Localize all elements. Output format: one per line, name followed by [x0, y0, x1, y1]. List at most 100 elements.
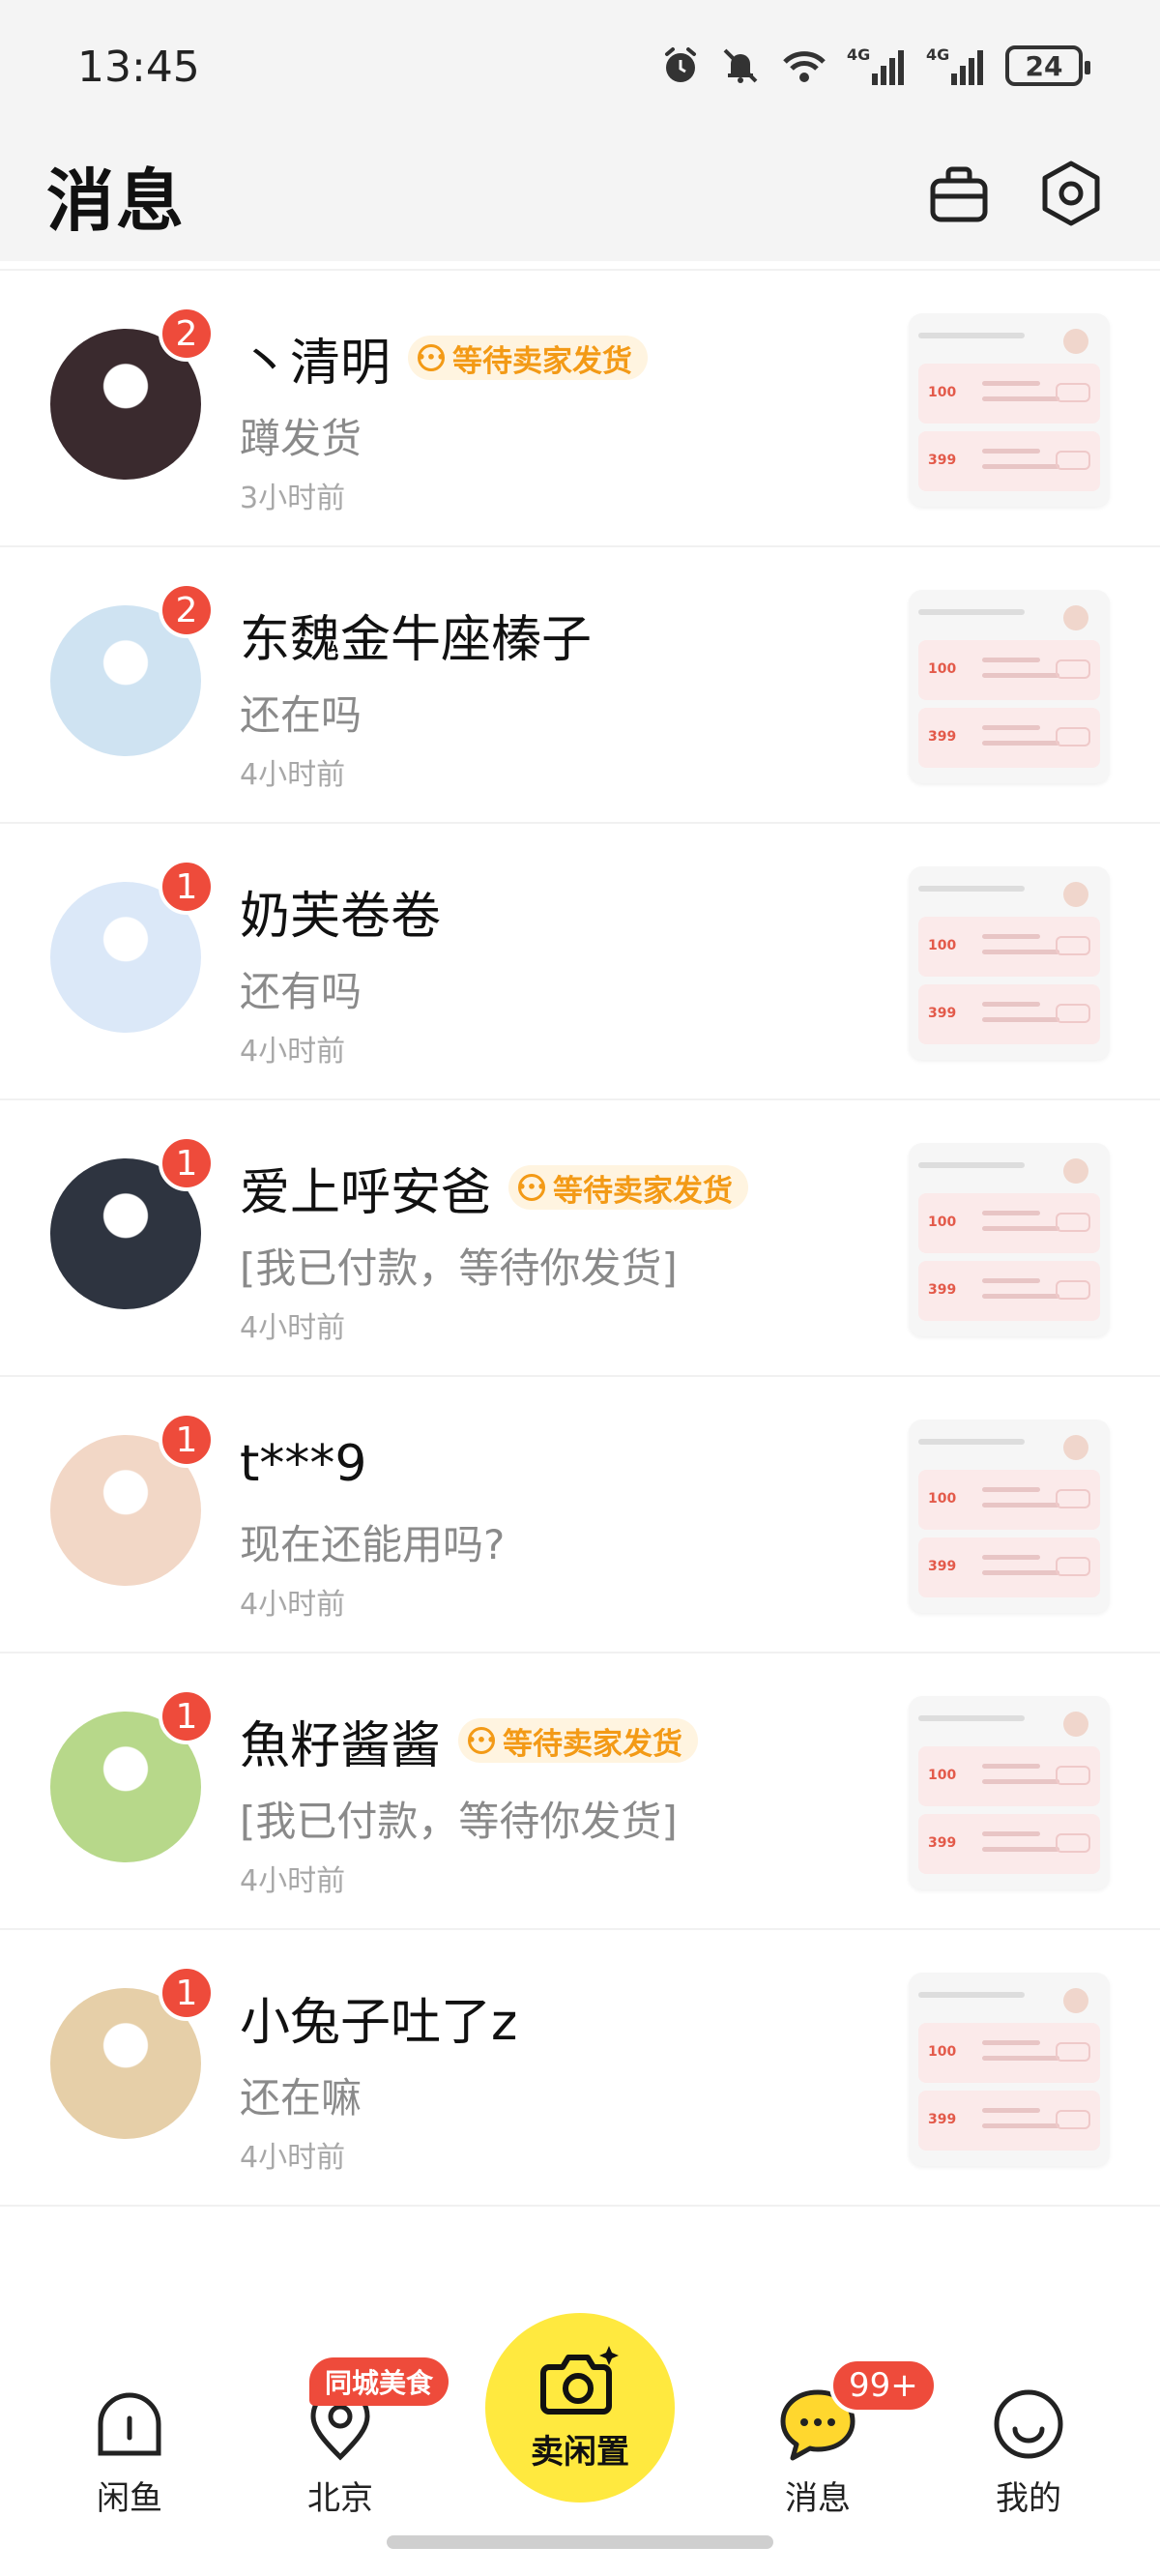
alarm-icon — [659, 44, 702, 87]
thumb-button — [1056, 727, 1090, 746]
thumb-line — [982, 1226, 1059, 1231]
svg-text:4G: 4G — [926, 45, 949, 64]
message-time: 3小时前 — [240, 482, 346, 515]
thumb-price: 399 — [928, 1006, 957, 1021]
order-thumbnail[interactable]: 100 399 — [909, 1696, 1110, 1889]
conversation-row[interactable]: 1 爱上呼安爸 ••• 等待卖家发货 [我已付款，等待你发货] 4小时前 100 399 — [0, 1100, 1160, 1377]
status-icons: 4G 4G 24 — [659, 44, 1090, 87]
order-thumbnail[interactable]: 100 399 — [909, 1420, 1110, 1613]
last-message: 还在嘛 — [240, 2074, 362, 2122]
order-thumbnail[interactable]: 100 399 — [909, 866, 1110, 1060]
thumb-button — [1056, 1213, 1090, 1232]
smile-face-icon — [985, 2381, 1072, 2468]
thumb-logo — [1063, 1712, 1088, 1737]
thumb-header-line — [918, 333, 1025, 338]
conversation-row[interactable]: 2 东魏金牛座榛子 还在吗 4小时前 100 399 — [0, 547, 1160, 824]
thumb-price-card: 100 — [918, 640, 1100, 700]
thumb-line — [982, 1764, 1040, 1769]
thumb-line — [982, 658, 1040, 662]
thumb-button — [1056, 1557, 1090, 1576]
nav-me[interactable]: 我的 — [961, 2381, 1096, 2526]
thumb-button — [1056, 451, 1090, 470]
thumb-line — [982, 1211, 1040, 1215]
bag-icon — [927, 161, 991, 229]
thumb-price-card: 399 — [918, 431, 1100, 491]
nav-home[interactable]: 闲鱼 — [62, 2381, 197, 2526]
home-indicator[interactable] — [387, 2535, 773, 2549]
sell-button[interactable]: 卖闲置 — [485, 2313, 675, 2503]
thumb-header-line — [918, 1162, 1025, 1168]
thumb-button — [1056, 1004, 1090, 1023]
thumb-line — [982, 934, 1040, 939]
battery-level: 24 — [1005, 45, 1090, 86]
name-line: 小兔子吐了z — [240, 1986, 517, 2052]
sell-label: 卖闲置 — [531, 2432, 629, 2472]
thumb-line — [982, 1555, 1040, 1560]
order-status-tag: •••等待卖家发货 — [458, 1718, 699, 1763]
camera-sparkle-icon — [539, 2344, 621, 2421]
name-line: 丶清明 ••• 等待卖家发货 — [240, 327, 649, 393]
thumb-price: 399 — [928, 1559, 957, 1574]
message-time: 4小时前 — [240, 1035, 346, 1068]
nav-messages-label: 消息 — [785, 2479, 851, 2518]
message-time: 4小时前 — [240, 1588, 346, 1622]
signal-4g-icon: 4G — [926, 44, 988, 87]
unread-badge: 1 — [159, 1965, 215, 2021]
thumb-price-card: 399 — [918, 1537, 1100, 1597]
conversation-row[interactable]: 1 t***9 现在还能用吗? 4小时前 100 399 — [0, 1377, 1160, 1654]
nav-me-label: 我的 — [996, 2479, 1061, 2518]
thumb-header-line — [918, 886, 1025, 892]
thumb-line — [982, 1002, 1040, 1007]
order-thumbnail[interactable]: 100 399 — [909, 1973, 1110, 2166]
thumb-price-card: 399 — [918, 708, 1100, 768]
name-line: 奶芙卷卷 — [240, 880, 441, 946]
thumb-line — [982, 1570, 1059, 1575]
thumb-price: 100 — [928, 1215, 957, 1230]
conversation-row[interactable]: 2 丶清明 ••• 等待卖家发货 蹲发货 3小时前 100 399 — [0, 271, 1160, 547]
message-time: 4小时前 — [240, 2141, 346, 2175]
messages-screen: 1太平洋吃蘑菇…•••等待卖家发货您好3小时前1003992丶清明•••等待卖家… — [0, 0, 1160, 2576]
thumb-price: 399 — [928, 2112, 957, 2127]
wifi-icon — [779, 44, 829, 87]
thumb-button — [1056, 1280, 1090, 1300]
thumb-button — [1056, 936, 1090, 955]
thumb-line — [982, 1017, 1059, 1022]
settings-button[interactable] — [1032, 157, 1110, 234]
unread-badge: 1 — [159, 1135, 215, 1191]
order-status-label: 等待卖家发货 — [553, 1173, 734, 1209]
order-thumbnail[interactable]: 100 399 — [909, 590, 1110, 783]
order-status-tag: •••等待卖家发货 — [408, 336, 649, 380]
thumb-price-card: 100 — [918, 1746, 1100, 1806]
thumb-line — [982, 673, 1059, 678]
home-icon — [86, 2381, 173, 2468]
contact-name: t***9 — [240, 1435, 367, 1493]
thumb-price: 100 — [928, 1491, 957, 1507]
contact-name: 奶芙卷卷 — [240, 887, 442, 946]
contact-name: 丶清明 — [240, 334, 392, 393]
contact-name: 魚籽酱酱 — [240, 1716, 442, 1775]
thumb-header-line — [918, 1992, 1025, 1998]
order-thumbnail[interactable]: 100 399 — [909, 313, 1110, 507]
conversation-row[interactable]: 1 奶芙卷卷 还有吗 4小时前 100 399 — [0, 824, 1160, 1100]
thumb-price-card: 399 — [918, 1814, 1100, 1874]
thumb-line — [982, 2123, 1059, 2128]
thumb-button — [1056, 2042, 1090, 2062]
unread-badge: 2 — [159, 306, 215, 362]
mute-bell-icon — [719, 44, 762, 87]
thumb-line — [982, 2040, 1040, 2045]
thumb-button — [1056, 659, 1090, 679]
conversation-row[interactable]: 1 小兔子吐了z 还在嘛 4小时前 100 399 — [0, 1930, 1160, 2207]
thumb-line — [982, 1847, 1059, 1852]
thumb-price: 399 — [928, 453, 957, 468]
conversation-row[interactable]: 1 魚籽酱酱 ••• 等待卖家发货 [我已付款，等待你发货] 4小时前 100 399 — [0, 1654, 1160, 1930]
conversation-list[interactable]: 1太平洋吃蘑菇…•••等待卖家发货您好3小时前1003992丶清明•••等待卖家… — [0, 0, 1160, 2207]
thumb-line — [982, 449, 1040, 454]
thumb-logo — [1063, 329, 1088, 354]
bag-button[interactable] — [920, 157, 998, 234]
message-time: 4小时前 — [240, 1311, 346, 1345]
thumb-logo — [1063, 605, 1088, 630]
order-thumbnail[interactable]: 100 399 — [909, 1143, 1110, 1336]
contact-name: 爱上呼安爸 — [240, 1163, 492, 1222]
thumb-line — [982, 396, 1059, 401]
more-dots-icon: ••• — [417, 344, 446, 371]
